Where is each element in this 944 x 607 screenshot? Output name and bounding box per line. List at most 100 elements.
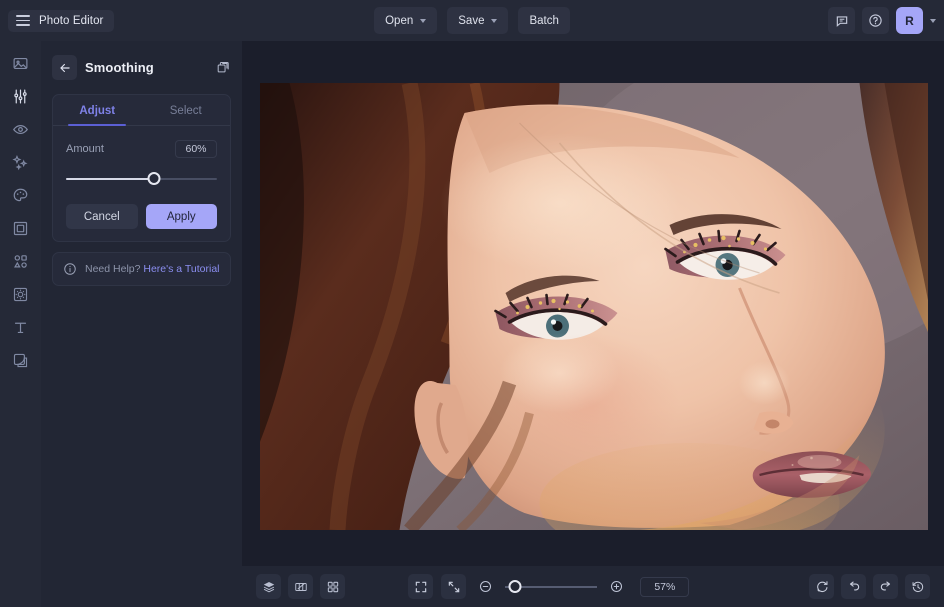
frame-icon [12, 220, 29, 237]
rail-item-adjust[interactable] [7, 84, 35, 108]
question-circle-icon [868, 13, 883, 28]
zoom-slider-thumb[interactable] [508, 580, 521, 593]
rail-item-effects[interactable] [7, 150, 35, 174]
zoom-out-button[interactable] [474, 575, 497, 598]
app-title: Photo Editor [39, 15, 104, 27]
fit-screen-icon [447, 580, 461, 594]
amount-slider[interactable] [66, 172, 217, 186]
amount-label: Amount [66, 143, 104, 155]
panel-title: Smoothing [85, 60, 154, 75]
panel-header: Smoothing [52, 53, 231, 84]
chevron-down-icon [491, 19, 497, 23]
apply-button[interactable]: Apply [146, 204, 218, 229]
image-icon [12, 55, 29, 72]
zoom-out-icon [478, 579, 493, 594]
reset-icon [815, 580, 829, 594]
cancel-button[interactable]: Cancel [66, 204, 138, 229]
layers-icon [262, 580, 276, 594]
tool-panel: Smoothing Adjust Select Amount [41, 41, 242, 607]
chevron-down-icon [420, 19, 426, 23]
tutorial-link[interactable]: Here's a Tutorial [143, 263, 219, 275]
account-chevron-down-icon[interactable] [930, 19, 936, 23]
hamburger-icon [16, 15, 30, 26]
top-bar-center-actions: Open Save Batch [0, 7, 944, 34]
zoom-in-icon [609, 579, 624, 594]
help-text: Need Help? Here's a Tutorial [85, 263, 220, 275]
edited-photo[interactable] [260, 83, 928, 530]
canvas-viewport[interactable] [242, 41, 944, 566]
texture-icon [12, 286, 29, 303]
zoom-in-button[interactable] [605, 575, 628, 598]
amount-value[interactable]: 60% [175, 140, 217, 158]
reset-button[interactable] [809, 574, 834, 599]
history-controls [809, 574, 930, 599]
back-button[interactable] [52, 55, 77, 80]
duplicate-layer-button[interactable] [216, 60, 231, 75]
help-question: Need Help? [85, 263, 143, 275]
top-bar-right-actions: R [828, 7, 936, 34]
rail-item-retouch[interactable] [7, 117, 35, 141]
text-icon [12, 319, 29, 336]
rail-item-color[interactable] [7, 183, 35, 207]
redo-icon [879, 580, 893, 594]
panel-tabs: Adjust Select [53, 95, 230, 126]
undo-button[interactable] [841, 574, 866, 599]
avatar[interactable]: R [896, 7, 923, 34]
zoom-slider[interactable] [505, 580, 597, 593]
help-banner[interactable]: Need Help? Here's a Tutorial [52, 252, 231, 286]
tab-select[interactable]: Select [142, 95, 231, 125]
history-button[interactable] [905, 574, 930, 599]
save-button-label: Save [458, 15, 484, 27]
help-button[interactable] [862, 7, 889, 34]
open-button[interactable]: Open [374, 7, 437, 34]
save-button[interactable]: Save [447, 7, 508, 34]
layers-button[interactable] [256, 574, 281, 599]
tab-adjust[interactable]: Adjust [53, 95, 142, 125]
avatar-initial: R [905, 14, 914, 28]
zoom-level-value[interactable]: 57% [640, 577, 689, 597]
history-icon [911, 580, 925, 594]
rail-item-shapes[interactable] [7, 249, 35, 273]
photo-editor-app: Photo Editor Open Save Batch [0, 0, 944, 607]
chat-bubble-icon [835, 14, 849, 28]
redo-button[interactable] [873, 574, 898, 599]
bottom-bar: 57% [242, 566, 944, 607]
layers-overlay-icon [12, 352, 29, 369]
sparkles-icon [12, 154, 29, 171]
rail-item-text[interactable] [7, 315, 35, 339]
fit-to-screen-button[interactable] [441, 574, 466, 599]
grid-button[interactable] [320, 574, 345, 599]
top-bar: Photo Editor Open Save Batch [0, 0, 944, 41]
tool-rail [0, 41, 41, 607]
app-menu-button[interactable]: Photo Editor [8, 10, 114, 32]
fullscreen-icon [414, 580, 428, 594]
undo-icon [847, 580, 861, 594]
fullscreen-button[interactable] [408, 574, 433, 599]
slider-thumb[interactable] [147, 172, 160, 185]
compare-icon [294, 580, 308, 594]
grid-icon [326, 580, 340, 594]
canvas-area: 57% [242, 41, 944, 607]
amount-field: Amount 60% [53, 126, 230, 186]
batch-button[interactable]: Batch [518, 7, 569, 34]
palette-icon [12, 187, 29, 204]
panel-actions: Cancel Apply [53, 186, 230, 229]
compare-button[interactable] [288, 574, 313, 599]
info-circle-icon [63, 262, 77, 276]
arrow-left-icon [58, 61, 72, 75]
eye-icon [12, 121, 29, 138]
copy-layers-icon [216, 60, 231, 75]
zoom-controls: 57% [408, 574, 689, 599]
sliders-icon [12, 88, 29, 105]
open-button-label: Open [385, 15, 413, 27]
rail-item-overlay[interactable] [7, 348, 35, 372]
rail-item-photos[interactable] [7, 51, 35, 75]
app-body: Smoothing Adjust Select Amount [0, 41, 944, 607]
rail-item-frame[interactable] [7, 216, 35, 240]
batch-button-label: Batch [529, 15, 558, 27]
rail-item-texture[interactable] [7, 282, 35, 306]
shapes-icon [12, 253, 29, 270]
smoothing-card: Adjust Select Amount 60% Cancel [52, 94, 231, 242]
slider-fill [66, 178, 154, 180]
feedback-button[interactable] [828, 7, 855, 34]
